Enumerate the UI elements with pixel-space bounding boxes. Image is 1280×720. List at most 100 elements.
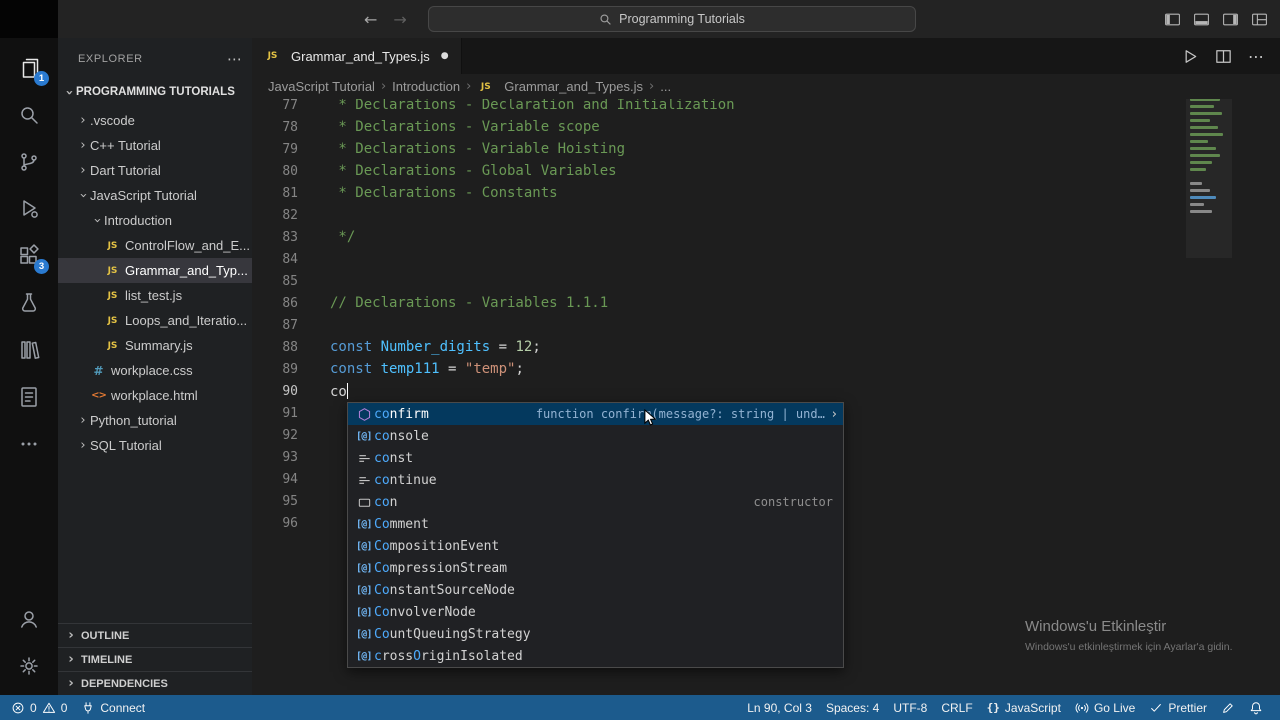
problems-indicator[interactable]: 0 0 [4, 695, 74, 720]
symbol-text-icon [354, 495, 374, 510]
tab-grammar-and-types[interactable]: JS Grammar_and_Types.js ● [252, 38, 462, 74]
code-line-89[interactable]: 89 const temp111 = "temp"; [252, 358, 1182, 380]
tree-item-grammar-and-typ[interactable]: JS Grammar_and_Typ... [58, 258, 252, 283]
toggle-panel-icon[interactable] [1193, 11, 1210, 28]
workspace-section-header[interactable]: › PROGRAMMING TUTORIALS [58, 80, 252, 104]
status-prettier[interactable]: Prettier [1142, 695, 1214, 720]
suggestion-comment[interactable]: [@] Comment [348, 513, 843, 535]
braces-icon: {} [986, 701, 1000, 714]
tree-item-dart-tutorial[interactable]: › Dart Tutorial [58, 158, 252, 183]
tree-item-list-test-js[interactable]: JS list_test.js [58, 283, 252, 308]
status-go-live[interactable]: Go Live [1068, 695, 1142, 720]
activity-run-debug-icon[interactable] [0, 185, 58, 232]
activity-library-icon[interactable] [0, 326, 58, 373]
suggestion-con[interactable]: con constructor [348, 491, 843, 513]
status-edit[interactable] [1214, 695, 1242, 720]
suggestion-continue[interactable]: continue [348, 469, 843, 491]
code-line-82[interactable]: 82 [252, 204, 1182, 226]
run-button[interactable] [1180, 47, 1199, 66]
toggle-primary-sidebar-icon[interactable] [1164, 11, 1181, 28]
minimap-slider[interactable] [1186, 98, 1232, 258]
watermark-subtitle: Windows'u etkinleştirmek için Ayarlar'a … [1025, 641, 1233, 653]
tree-item-workplace-html[interactable]: <> workplace.html [58, 383, 252, 408]
tree-item-python-tutorial[interactable]: › Python_tutorial [58, 408, 252, 433]
tree-item-label: Grammar_and_Typ... [125, 263, 248, 278]
activity-settings-icon[interactable] [0, 642, 58, 689]
tree-item-loops-and-iteratio[interactable]: JS Loops_and_Iteratio... [58, 308, 252, 333]
tree-item-label: workplace.css [111, 363, 193, 378]
toggle-secondary-sidebar-icon[interactable] [1222, 11, 1239, 28]
line-number: 94 [282, 471, 298, 487]
tree-item-summary-js[interactable]: JS Summary.js [58, 333, 252, 358]
split-editor-icon[interactable] [1214, 47, 1233, 66]
activity-account-icon[interactable] [0, 595, 58, 642]
tree-item-sql-tutorial[interactable]: › SQL Tutorial [58, 433, 252, 458]
minimap-mark [1190, 112, 1222, 115]
tree-item-introduction[interactable]: › Introduction [58, 208, 252, 233]
status-indentation[interactable]: Spaces: 4 [819, 695, 886, 720]
minimap-mark [1190, 189, 1210, 192]
suggestion-console[interactable]: [@] console [348, 425, 843, 447]
activity-explorer-icon[interactable]: 1 [0, 44, 58, 91]
symbol-variable-icon: [@] [356, 606, 372, 618]
status-notifications[interactable] [1242, 695, 1270, 720]
chevron-right-icon: › [80, 163, 86, 178]
suggestion-constantsourcenode[interactable]: [@] ConstantSourceNode [348, 579, 843, 601]
suggestion-compositionevent[interactable]: [@] CompositionEvent [348, 535, 843, 557]
activity-more-icon[interactable] [0, 420, 58, 467]
suggestion-confirm[interactable]: confirm function confirm(message?: string… [348, 403, 843, 425]
tree-item-vscode[interactable]: › .vscode [58, 108, 252, 133]
code-line-85[interactable]: 85 [252, 270, 1182, 292]
code-line-84[interactable]: 84 [252, 248, 1182, 270]
activity-testing-icon[interactable] [0, 279, 58, 326]
line-number: 92 [282, 427, 298, 443]
suggestion-convolvernode[interactable]: [@] ConvolverNode [348, 601, 843, 623]
code-line-80[interactable]: 80 * Declarations - Global Variables [252, 160, 1182, 182]
nav-forward-icon[interactable]: → [393, 10, 406, 29]
status-encoding[interactable]: UTF-8 [886, 695, 934, 720]
editor-more-icon[interactable]: ⋯ [1248, 47, 1264, 66]
code-line-83[interactable]: 83 */ [252, 226, 1182, 248]
code-line-79[interactable]: 79 * Declarations - Variable Hoisting [252, 138, 1182, 160]
customize-layout-icon[interactable] [1251, 11, 1268, 28]
tree-item-workplace-css[interactable]: # workplace.css [58, 358, 252, 383]
activity-badge: 3 [34, 259, 49, 274]
breadcrumb-item-javascript-tutorial[interactable]: JavaScript Tutorial [268, 79, 375, 94]
modified-dot-icon[interactable]: ● [441, 51, 449, 61]
tree-item-javascript-tutorial[interactable]: › JavaScript Tutorial [58, 183, 252, 208]
activity-notebook-icon[interactable] [0, 373, 58, 420]
sqltools-connect-button[interactable]: Connect [74, 695, 152, 720]
file-tree: › .vscode › C++ Tutorial › Dart Tutorial › Java… [58, 104, 252, 458]
status-cursor-position[interactable]: Ln 90, Col 3 [740, 695, 819, 720]
nav-back-icon[interactable]: ← [364, 10, 377, 29]
code-line-78[interactable]: 78 * Declarations - Variable scope [252, 116, 1182, 138]
suggestion-const[interactable]: const [348, 447, 843, 469]
activity-source-control-icon[interactable] [0, 138, 58, 185]
suggestion-crossoriginisolated[interactable]: [@] crossOriginIsolated [348, 645, 843, 667]
activity-search-icon[interactable] [0, 91, 58, 138]
breadcrumb-item-introduction[interactable]: Introduction [392, 79, 460, 94]
symbol-variable-icon: [@] [356, 650, 372, 662]
status-eol[interactable]: CRLF [934, 695, 979, 720]
code-line-88[interactable]: 88 const Number_digits = 12; [252, 336, 1182, 358]
code-line-81[interactable]: 81 * Declarations - Constants [252, 182, 1182, 204]
code-line-87[interactable]: 87 [252, 314, 1182, 336]
suggestion-countqueuingstrategy[interactable]: [@] CountQueuingStrategy [348, 623, 843, 645]
panel-timeline[interactable]: › TIMELINE [58, 647, 252, 671]
breadcrumb-item-[interactable]: ... [660, 79, 671, 94]
breadcrumb-item-grammar-and-types-js[interactable]: Grammar_and_Types.js [504, 79, 643, 94]
more-actions-icon[interactable]: ⋯ [227, 50, 242, 68]
code-line-90[interactable]: 90 co [252, 380, 1182, 402]
tree-item-controlflow-and-e[interactable]: JS ControlFlow_and_E... [58, 233, 252, 258]
panel-outline[interactable]: › OUTLINE [58, 623, 252, 647]
activity-extensions-icon[interactable]: 3 [0, 232, 58, 279]
minimap[interactable] [1186, 98, 1232, 658]
panel-dependencies[interactable]: › DEPENDENCIES [58, 671, 252, 695]
command-center-search[interactable]: Programming Tutorials [428, 6, 916, 32]
tree-item-c-tutorial[interactable]: › C++ Tutorial [58, 133, 252, 158]
suggestion-expand-icon[interactable]: › [832, 407, 837, 422]
code-line-86[interactable]: 86 // Declarations - Variables 1.1.1 [252, 292, 1182, 314]
tree-item-label: workplace.html [111, 388, 198, 403]
suggestion-compressionstream[interactable]: [@] CompressionStream [348, 557, 843, 579]
status-language-mode[interactable]: {} JavaScript [980, 695, 1068, 720]
